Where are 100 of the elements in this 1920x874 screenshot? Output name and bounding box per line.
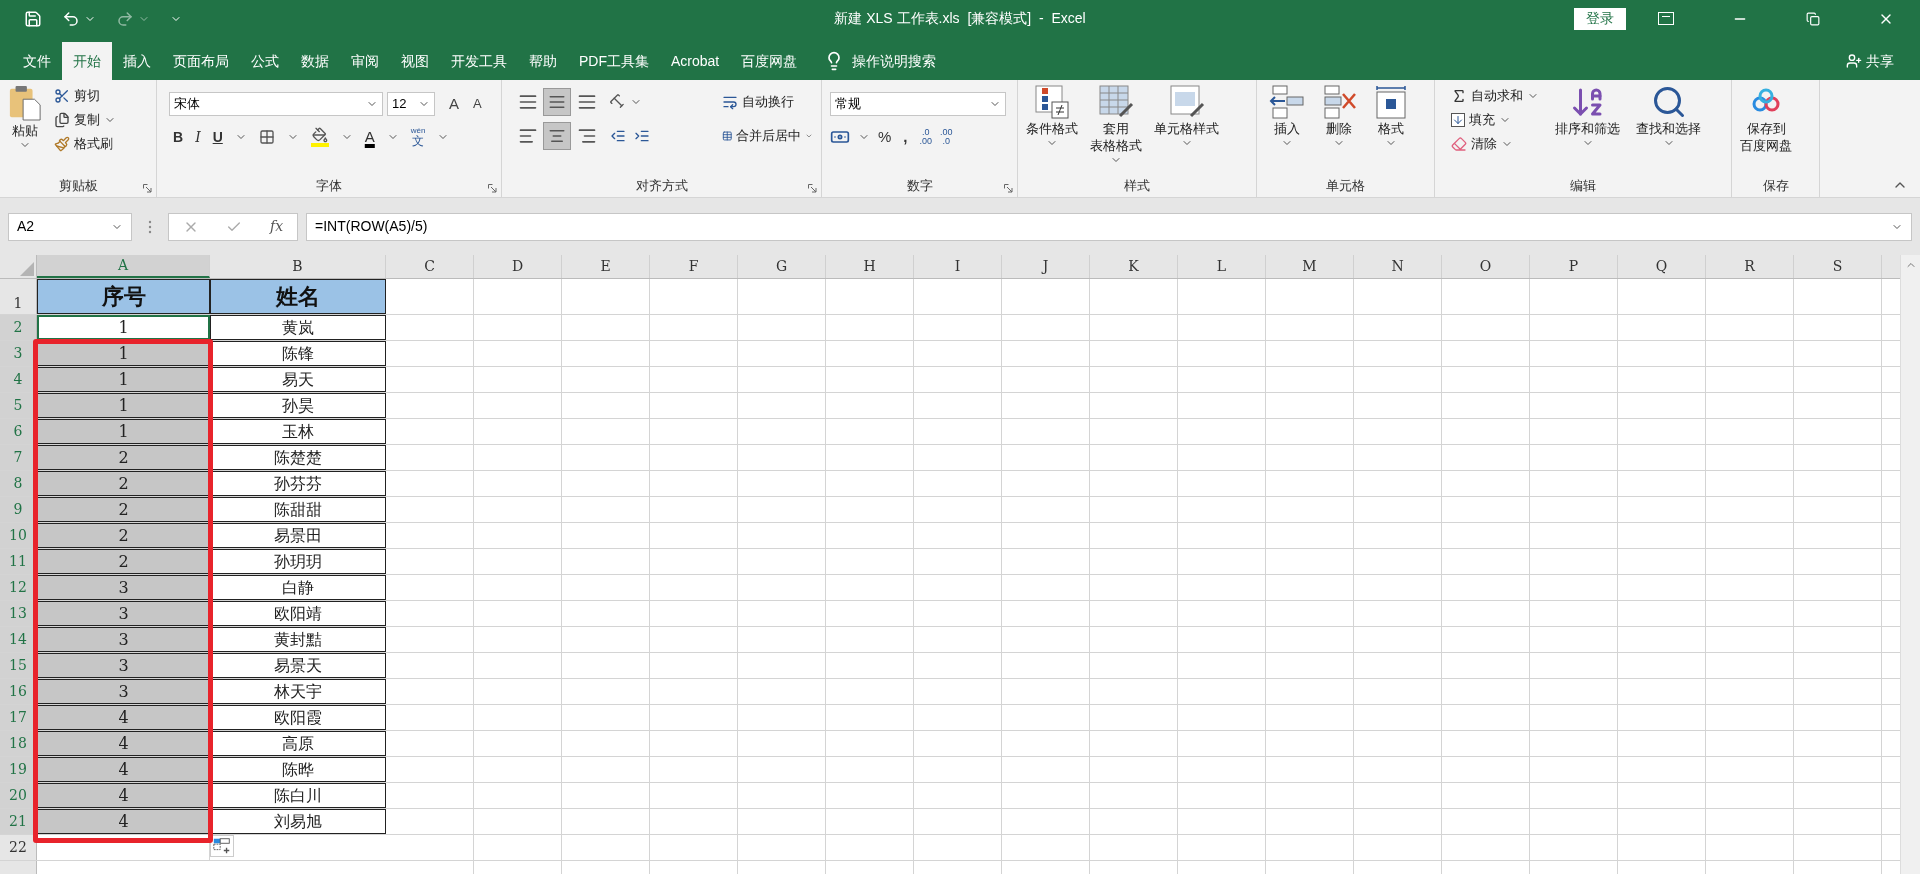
column-header[interactable]: S xyxy=(1794,255,1882,278)
group-label: 单元格 xyxy=(1326,177,1365,196)
insert-cells-button[interactable]: 插入 xyxy=(1265,84,1309,149)
vertical-scrollbar[interactable] xyxy=(1900,255,1920,874)
redo-icon[interactable] xyxy=(116,9,134,28)
table-cell: 3 xyxy=(37,653,210,678)
number-format-dropdown[interactable]: 常规 xyxy=(830,92,1006,116)
font-name-dropdown[interactable]: 宋体 xyxy=(169,92,383,116)
restore-icon[interactable] xyxy=(1806,11,1820,26)
borders-icon[interactable] xyxy=(258,129,275,145)
column-header[interactable]: J xyxy=(1002,255,1090,278)
table-cell: 易景天 xyxy=(210,653,386,678)
column-header[interactable]: P xyxy=(1530,255,1618,278)
merge-center-button[interactable]: 合并后居中 xyxy=(717,124,817,148)
share-button[interactable]: 共享 xyxy=(1846,42,1894,80)
increase-indent-icon[interactable] xyxy=(634,128,651,144)
ribbon-tab[interactable]: 开始 xyxy=(62,42,112,80)
shrink-font-button[interactable]: A xyxy=(469,94,486,114)
column-header[interactable]: H xyxy=(826,255,914,278)
ribbon-tab[interactable]: 插入 xyxy=(112,42,162,80)
insert-function-button[interactable]: fx xyxy=(270,216,284,237)
cut-button[interactable]: 剪切 xyxy=(50,84,120,108)
ribbon-tab[interactable]: PDF工具集 xyxy=(568,42,660,80)
formula-input[interactable]: =INT(ROW(A5)/5) xyxy=(306,212,1912,241)
paste-button[interactable]: 粘贴 xyxy=(4,84,46,151)
column-header[interactable]: F xyxy=(650,255,738,278)
ribbon-tab[interactable]: 文件 xyxy=(12,42,62,80)
column-header[interactable]: N xyxy=(1354,255,1442,278)
column-header[interactable]: M xyxy=(1266,255,1354,278)
clear-button[interactable]: 清除 xyxy=(1447,132,1543,156)
font-size-dropdown[interactable]: 12 xyxy=(387,92,435,116)
row-header[interactable]: 22 xyxy=(0,835,37,860)
cell-styles-button[interactable]: 单元格样式 xyxy=(1150,84,1223,166)
format-as-table-button[interactable]: 套用 表格格式 xyxy=(1086,84,1146,166)
format-cells-button[interactable]: 格式 xyxy=(1369,84,1413,149)
autosum-button[interactable]: 自动求和 xyxy=(1447,84,1543,108)
column-header[interactable]: Q xyxy=(1618,255,1706,278)
save-to-cloud-button[interactable]: 保存到 百度网盘 xyxy=(1736,84,1796,154)
table-cell: 林天宇 xyxy=(210,679,386,704)
underline-button[interactable]: U xyxy=(212,126,223,148)
column-header[interactable]: R xyxy=(1706,255,1794,278)
wrap-text-button[interactable]: 自动换行 xyxy=(717,90,817,114)
ribbon-tab[interactable]: 审阅 xyxy=(340,42,390,80)
font-color-button[interactable]: A xyxy=(364,129,375,145)
ribbon-tab[interactable]: 公式 xyxy=(240,42,290,80)
copy-button[interactable]: 复制 xyxy=(50,108,120,132)
table-cell: 1 xyxy=(37,393,210,418)
sort-filter-button[interactable]: 排序和筛选 xyxy=(1551,84,1624,156)
find-select-button[interactable]: 查找和选择 xyxy=(1632,84,1705,156)
italic-button[interactable]: I xyxy=(195,126,201,148)
column-header[interactable]: L xyxy=(1178,255,1266,278)
row-header[interactable]: 1 xyxy=(0,279,37,314)
middle-align-icon[interactable] xyxy=(543,88,572,116)
dialog-launcher-icon[interactable] xyxy=(808,184,817,193)
dialog-launcher-icon[interactable] xyxy=(1004,184,1013,193)
save-icon[interactable] xyxy=(24,9,42,28)
conditional-format-button[interactable]: 条件格式 xyxy=(1022,84,1082,166)
quick-analysis-icon[interactable] xyxy=(210,835,234,857)
drag-handle-icon[interactable] xyxy=(148,219,152,234)
grow-font-button[interactable]: A xyxy=(445,92,463,116)
column-header[interactable]: O xyxy=(1442,255,1530,278)
ribbon-tab[interactable]: 百度网盘 xyxy=(730,42,809,80)
format-painter-button[interactable]: 格式刷 xyxy=(50,132,120,156)
column-header[interactable]: E xyxy=(562,255,650,278)
column-header[interactable]: D xyxy=(474,255,562,278)
fill-button[interactable]: 填充 xyxy=(1447,108,1543,132)
column-header[interactable]: I xyxy=(914,255,1002,278)
column-header[interactable]: K xyxy=(1090,255,1178,278)
ribbon-tab[interactable]: 数据 xyxy=(290,42,340,80)
ribbon-tab[interactable]: 开发工具 xyxy=(440,42,518,80)
table-cell: 2 xyxy=(37,445,210,470)
increase-decimal-button[interactable]: .0 .00 xyxy=(919,128,933,147)
ribbon-tab[interactable]: Acrobat xyxy=(660,42,731,80)
dialog-launcher-icon[interactable] xyxy=(488,184,497,193)
decrease-indent-icon[interactable] xyxy=(610,128,627,144)
comma-button[interactable]: , xyxy=(899,126,912,149)
bold-button[interactable]: B xyxy=(173,126,184,148)
column-header[interactable]: A xyxy=(37,255,210,278)
row-header[interactable]: 2 xyxy=(0,315,37,340)
ribbon-tab[interactable]: 视图 xyxy=(390,42,440,80)
login-button[interactable]: 登录 xyxy=(1574,7,1626,30)
table-cell: 孙昊 xyxy=(210,393,386,418)
align-center-icon[interactable] xyxy=(543,122,572,150)
ribbon-tab[interactable]: 帮助 xyxy=(518,42,568,80)
name-box[interactable]: A2 xyxy=(8,212,132,241)
undo-icon[interactable] xyxy=(62,9,80,28)
eraser-icon xyxy=(1451,136,1467,152)
column-header[interactable]: C xyxy=(386,255,474,278)
table-cell: 2 xyxy=(37,549,210,574)
column-header[interactable]: G xyxy=(738,255,826,278)
fill-color-icon[interactable] xyxy=(310,127,329,147)
dialog-launcher-icon[interactable] xyxy=(143,184,152,193)
phonetic-button[interactable]: wén 文 xyxy=(410,126,426,148)
tell-me-search[interactable]: 操作说明搜索 xyxy=(852,50,937,72)
column-header[interactable]: B xyxy=(210,255,386,278)
decrease-decimal-button[interactable]: .00 .0 xyxy=(940,128,953,147)
ribbon-display-icon[interactable] xyxy=(1658,12,1674,25)
percent-button[interactable]: % xyxy=(878,126,892,149)
delete-cells-button[interactable]: 删除 xyxy=(1317,84,1361,149)
ribbon-tab[interactable]: 页面布局 xyxy=(162,42,240,80)
